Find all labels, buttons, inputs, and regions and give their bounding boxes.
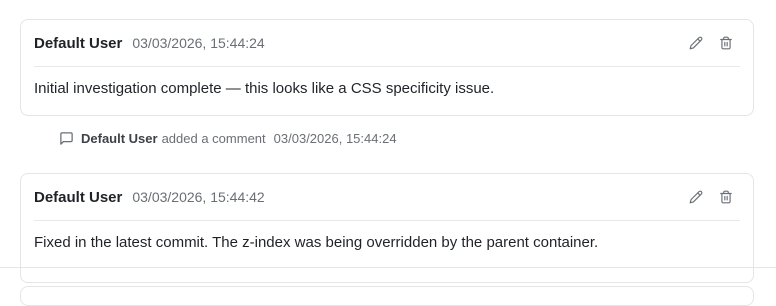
message-square-icon	[59, 131, 74, 146]
comment-header: Default User 03/03/2026, 15:44:24	[34, 20, 740, 67]
trash-icon[interactable]	[718, 189, 734, 205]
trash-icon[interactable]	[718, 35, 734, 51]
comment-timestamp: 03/03/2026, 15:44:24	[132, 35, 265, 51]
activity-timestamp: 03/03/2026, 15:44:24	[273, 130, 397, 146]
pencil-icon[interactable]	[688, 35, 704, 51]
comment-author: Default User	[34, 188, 123, 206]
comment-body: Fixed in the latest commit. The z-index …	[34, 234, 599, 251]
section-divider	[0, 267, 776, 268]
comment-timestamp: 03/03/2026, 15:44:42	[132, 189, 265, 205]
comment-header: Default User 03/03/2026, 15:44:42	[34, 174, 740, 221]
activity-entry: Default User added a comment 03/03/2026,…	[59, 129, 397, 147]
activity-action: added a comment	[161, 130, 266, 146]
pencil-icon[interactable]	[688, 189, 704, 205]
comment-input-panel[interactable]	[20, 286, 754, 306]
comment-actions	[688, 35, 740, 51]
comment-actions	[688, 189, 740, 205]
comment-body: Initial investigation complete — this lo…	[34, 80, 495, 97]
comment-card: Default User 03/03/2026, 15:44:24 Initia	[20, 19, 754, 116]
comment-author: Default User	[34, 34, 123, 52]
activity-author: Default User	[81, 130, 158, 146]
